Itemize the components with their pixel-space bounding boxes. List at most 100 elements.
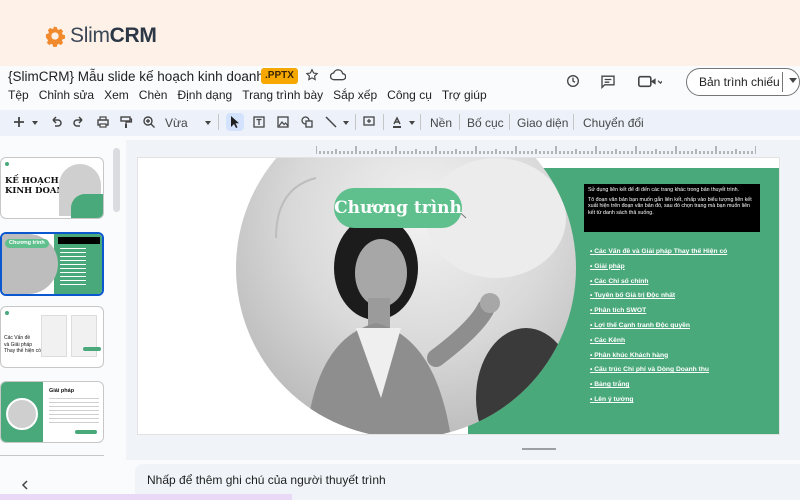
toolbar-separator bbox=[218, 114, 219, 130]
printer-icon bbox=[97, 116, 109, 128]
transition-button[interactable]: Chuyển đổi bbox=[583, 116, 644, 130]
thumbnail-scrollbar[interactable] bbox=[113, 148, 120, 212]
new-slide-button[interactable] bbox=[10, 113, 28, 131]
file-type-badge: .PPTX bbox=[261, 68, 298, 84]
bottom-strip bbox=[0, 494, 292, 500]
highlight-icon bbox=[393, 116, 401, 128]
menu-help[interactable]: Trợ giúp bbox=[442, 88, 487, 102]
line-icon bbox=[325, 116, 337, 128]
instruction-paragraph: Tô đoạn văn bản bạn muốn gắn liên kết, n… bbox=[588, 196, 752, 216]
paint-format-button[interactable] bbox=[117, 113, 135, 131]
shape-icon bbox=[301, 116, 313, 128]
present-options-caret[interactable] bbox=[789, 78, 797, 83]
comment-icon[interactable] bbox=[600, 74, 616, 89]
theme-button[interactable]: Giao diện bbox=[517, 116, 568, 130]
cloud-status-icon[interactable] bbox=[330, 68, 346, 82]
toolbar-separator bbox=[383, 114, 384, 130]
menu-slide[interactable]: Trang trình bày bbox=[242, 88, 323, 102]
thumbnail-accent bbox=[71, 194, 103, 218]
agenda-link[interactable]: Lên ý tưởng bbox=[590, 396, 770, 411]
agenda-link[interactable]: Bảng trắng bbox=[590, 381, 770, 396]
menu-file[interactable]: Tệp bbox=[8, 88, 29, 102]
highlight-caret[interactable] bbox=[409, 121, 415, 125]
text-box-button[interactable] bbox=[250, 113, 268, 131]
menu-format[interactable]: Định dạng bbox=[177, 88, 232, 102]
thumbnail-title: Giải pháp bbox=[49, 388, 75, 394]
redo-icon bbox=[73, 116, 83, 127]
history-icon[interactable] bbox=[565, 73, 581, 89]
menu-edit[interactable]: Chỉnh sửa bbox=[39, 88, 94, 102]
comment-add-button[interactable] bbox=[360, 113, 378, 131]
undo-button[interactable] bbox=[47, 113, 65, 131]
thumbnail-photo bbox=[6, 398, 38, 430]
slide-title[interactable]: Chương trình bbox=[334, 188, 462, 228]
slide-thumbnail-4[interactable]: Giải pháp bbox=[0, 381, 104, 443]
present-divider bbox=[782, 72, 783, 92]
agenda-link[interactable]: Các Kênh bbox=[590, 337, 770, 352]
background-button[interactable]: Nền bbox=[430, 116, 452, 130]
brand-name: SlimCRM bbox=[70, 24, 157, 47]
print-button[interactable] bbox=[94, 113, 112, 131]
agenda-link[interactable]: Phân khúc Khách hàng bbox=[590, 352, 770, 367]
thumbnail-dot bbox=[5, 162, 9, 166]
canvas-horizontal-scrollbar[interactable] bbox=[522, 448, 556, 450]
menu-view[interactable]: Xem bbox=[104, 88, 129, 102]
cursor-arrow-icon bbox=[231, 116, 239, 128]
slide-thumbnail-5[interactable] bbox=[0, 455, 104, 461]
toolbar-separator bbox=[420, 114, 421, 130]
star-icon[interactable] bbox=[305, 68, 319, 82]
document-title[interactable]: {SlimCRM} Mẫu slide kế hoạch kinh doanh bbox=[8, 69, 264, 84]
ruler bbox=[316, 146, 756, 154]
thumbnail-button bbox=[75, 430, 97, 434]
thumbnail-list bbox=[60, 248, 86, 288]
shape-button[interactable] bbox=[298, 113, 316, 131]
speaker-notes-placeholder[interactable]: Nhấp để thêm ghi chú của người thuyết tr… bbox=[147, 473, 386, 487]
menu-arrange[interactable]: Sắp xếp bbox=[333, 88, 377, 102]
plus-icon bbox=[14, 117, 24, 127]
slide-thumbnail-2[interactable]: Chương trình bbox=[0, 232, 104, 296]
thumbnail-card bbox=[41, 315, 67, 357]
add-comment-icon bbox=[363, 116, 375, 126]
line-tool-button[interactable] bbox=[322, 113, 340, 131]
layout-button[interactable]: Bố cục bbox=[467, 116, 504, 130]
text-box-icon bbox=[253, 116, 265, 128]
agenda-link[interactable]: Cấu trúc Chi phí và Dòng Doanh thu bbox=[590, 366, 770, 381]
zoom-button[interactable] bbox=[140, 113, 158, 131]
toolbar-separator bbox=[355, 114, 356, 130]
redo-button[interactable] bbox=[70, 113, 88, 131]
zoom-icon bbox=[143, 116, 155, 128]
insert-image-button[interactable] bbox=[274, 113, 292, 131]
thumbnail-heading: Các Vấn đề và Giải pháp Thay thế hiện có bbox=[4, 335, 41, 354]
slide-thumbnail-1[interactable]: KẾ HOẠCH KINH DOANH bbox=[0, 157, 104, 219]
agenda-link[interactable]: Phân tích SWOT bbox=[590, 307, 770, 322]
thumbnail-title: Chương trình bbox=[5, 239, 49, 248]
agenda-link[interactable]: Giải pháp bbox=[590, 263, 770, 278]
chevron-left-icon[interactable] bbox=[20, 480, 30, 490]
agenda-link[interactable]: Tuyên bố Giá trị Độc nhất bbox=[590, 292, 770, 307]
thumbnail-button bbox=[83, 347, 101, 351]
select-tool-button[interactable] bbox=[226, 113, 244, 131]
line-caret[interactable] bbox=[343, 121, 349, 125]
image-icon bbox=[277, 116, 289, 128]
instruction-note[interactable]: Sử dụng liên kết để đi đến các trang khá… bbox=[584, 184, 760, 232]
instruction-paragraph: Sử dụng liên kết để đi đến các trang khá… bbox=[588, 187, 740, 193]
agenda-link[interactable]: Các Vấn đề và Giải pháp Thay thế Hiện có bbox=[590, 248, 770, 263]
agenda-link[interactable]: Các Chỉ số chính bbox=[590, 278, 770, 293]
agenda-link[interactable]: Lợi thế Cạnh tranh Độc quyền bbox=[590, 322, 770, 337]
text-highlight-button[interactable] bbox=[388, 113, 406, 131]
new-slide-caret[interactable] bbox=[32, 121, 38, 125]
menu-insert[interactable]: Chèn bbox=[139, 88, 168, 102]
zoom-caret[interactable] bbox=[205, 121, 211, 125]
zoom-select[interactable]: Vừa bbox=[165, 116, 188, 130]
video-camera-icon[interactable] bbox=[638, 75, 662, 88]
thumbnail-dot bbox=[5, 311, 9, 315]
menu-tools[interactable]: Công cụ bbox=[387, 88, 432, 102]
menu-bar: Tệp Chỉnh sửa Xem Chèn Định dạng Trang t… bbox=[8, 88, 497, 102]
slide-editor[interactable]: Chương trình Sử dụng liên kết để đi đến … bbox=[137, 157, 780, 435]
undo-icon bbox=[52, 116, 62, 127]
slide-thumbnail-3[interactable]: Các Vấn đề và Giải pháp Thay thế hiện có bbox=[0, 306, 104, 368]
agenda-list: Các Vấn đề và Giải pháp Thay thế Hiện có… bbox=[590, 248, 770, 411]
toolbar-separator bbox=[459, 114, 460, 130]
brand-logo: SlimCRM bbox=[44, 24, 157, 48]
toolbar-separator bbox=[573, 114, 574, 130]
